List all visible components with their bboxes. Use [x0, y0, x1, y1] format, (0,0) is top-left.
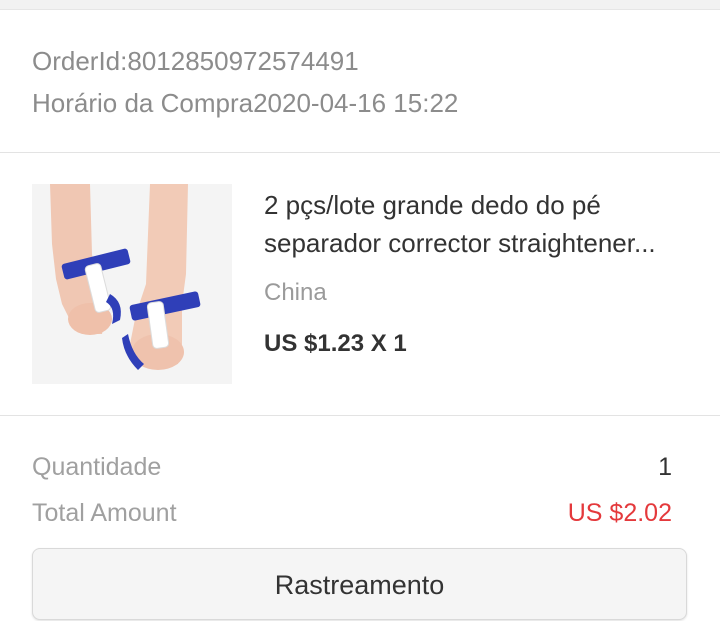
product-origin: China	[264, 279, 327, 306]
quantity-value: 1	[658, 453, 672, 481]
quantity-row: Quantidade 1	[32, 449, 672, 485]
divider	[0, 415, 720, 416]
order-info: OrderId:8012850972574491 Horário da Comp…	[32, 40, 458, 124]
tracking-button[interactable]: Rastreamento	[32, 548, 687, 620]
order-detail-page: OrderId:8012850972574491 Horário da Comp…	[0, 0, 720, 621]
product-title-line: 2 pçs/lote grande dedo do pé	[264, 190, 601, 220]
divider	[0, 152, 720, 153]
quantity-label: Quantidade	[32, 453, 162, 481]
order-id: OrderId:8012850972574491	[32, 46, 359, 76]
purchase-time: Horário da Compra2020-04-16 15:22	[32, 88, 459, 118]
total-amount-row: Total Amount US $2.02	[32, 495, 672, 531]
product-image[interactable]	[32, 184, 232, 384]
top-separator	[0, 0, 720, 10]
total-amount-label: Total Amount	[32, 499, 177, 527]
product-price-quantity: US $1.23 X 1	[264, 330, 407, 357]
product-photo-illustration	[32, 184, 232, 384]
product-title[interactable]: 2 pçs/lote grande dedo do pé separador c…	[264, 186, 694, 262]
product-title-line: separador corrector straightener...	[264, 228, 656, 258]
total-amount-value: US $2.02	[567, 499, 672, 527]
